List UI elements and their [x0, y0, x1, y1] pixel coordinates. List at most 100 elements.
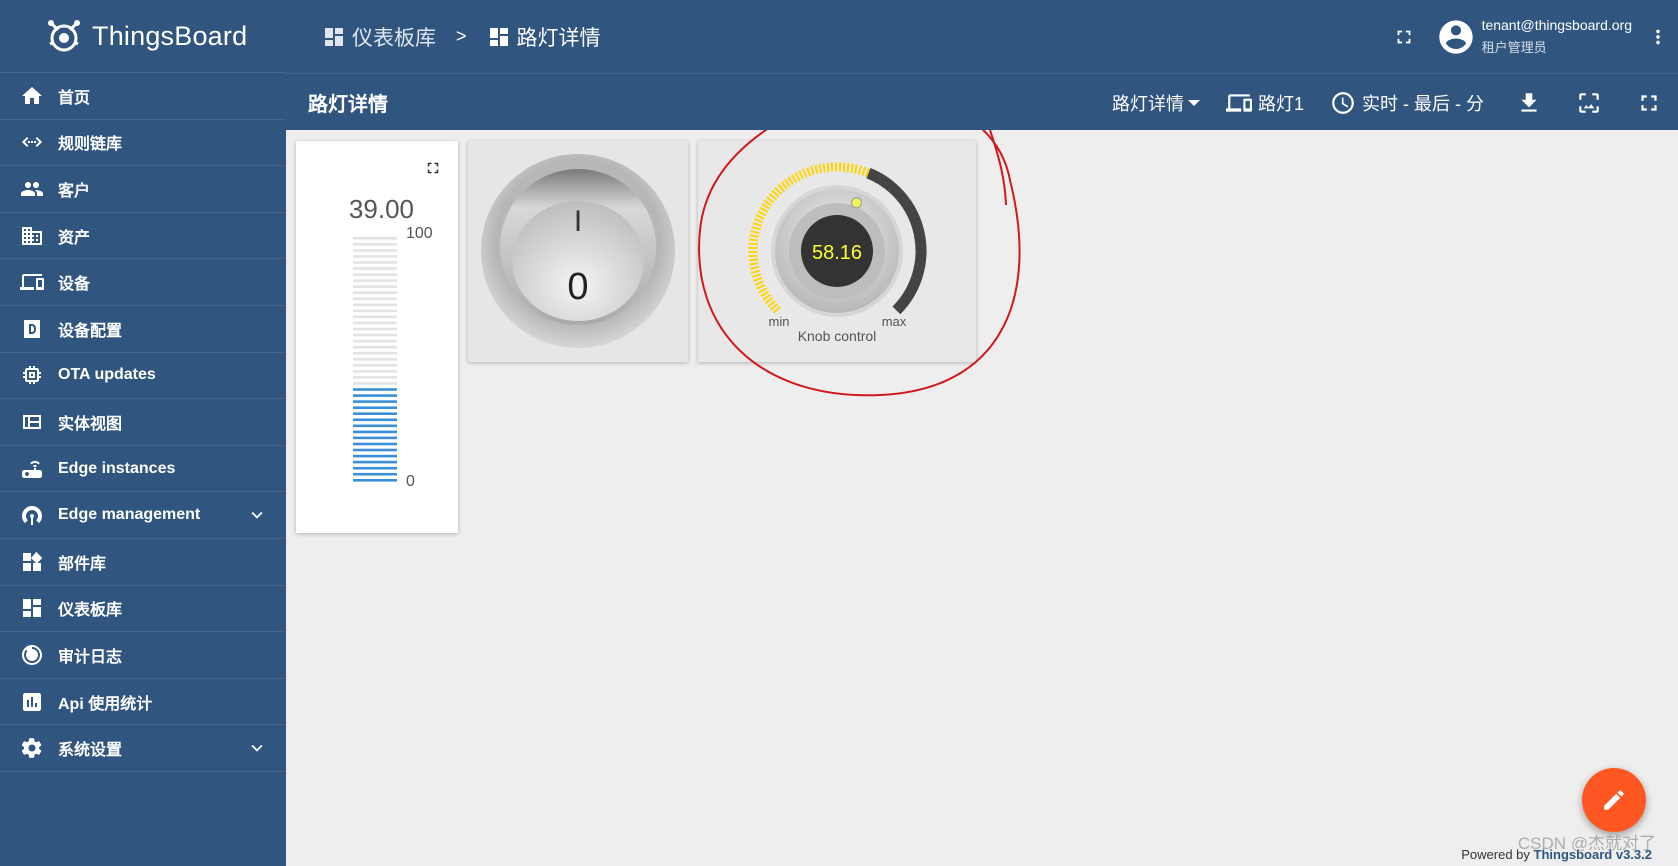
user-email: tenant@thingsboard.org [1481, 17, 1632, 33]
level-bar-segment [353, 273, 397, 276]
user-info[interactable]: tenant@thingsboard.org 租户管理员 [1482, 17, 1632, 56]
sidebar-item-devices[interactable]: 设备 [0, 259, 286, 306]
state-selector[interactable]: 路灯详情 [1112, 90, 1200, 116]
breadcrumb-separator: > [456, 26, 467, 46]
sidebar-item-system-settings[interactable]: 系统设置 [0, 725, 286, 772]
assets-icon [20, 224, 44, 248]
dashboard-fullscreen-button[interactable] [1634, 88, 1664, 118]
level-bar-segment [353, 327, 397, 331]
avatar[interactable] [1436, 17, 1476, 57]
switch-on-label: I [574, 205, 582, 238]
level-bar-segment [353, 442, 397, 446]
edit-icon [1604, 790, 1624, 810]
devices-icon [1225, 93, 1252, 112]
level-bar-segment [353, 237, 397, 240]
ota-icon [20, 363, 44, 387]
level-bar-segment [353, 400, 397, 403]
level-bar-segment [353, 370, 397, 373]
entity-selector[interactable]: 路灯1 [1225, 90, 1304, 116]
level-bar-gauge [353, 237, 397, 482]
sidebar-item-device-profiles[interactable]: 设备配置 [0, 306, 286, 353]
level-bar-segment [353, 249, 397, 252]
level-bar-segment [353, 376, 397, 379]
sidebar-item-edge-instances[interactable]: Edge instances [0, 446, 286, 493]
level-bar-segment [353, 309, 397, 313]
knob-min-label: min [769, 314, 790, 329]
level-bar-segment [353, 364, 397, 367]
brand-name: ThingsBoard [92, 20, 248, 51]
sidebar-item-api-usage[interactable]: Api 使用统计 [0, 679, 286, 726]
fullscreen-button[interactable] [1384, 17, 1424, 57]
dashboard-content: 39.00 100 0 I 0 58.16 min max Knob contr… [286, 130, 1678, 866]
level-bar-segment [353, 345, 397, 349]
sidebar-item-rule-chains[interactable]: 规则链库 [0, 120, 286, 167]
level-value: 39.00 [348, 194, 414, 224]
round-switch-widget: I 0 [468, 141, 688, 362]
image-export-button[interactable] [1574, 88, 1604, 118]
entity-label: 路灯1 [1257, 93, 1304, 114]
more-menu-button[interactable] [1638, 17, 1678, 57]
sidebar-item-label: 系统设置 [58, 742, 123, 760]
level-bar-segment [353, 279, 397, 282]
dropdown-caret-icon [1187, 99, 1200, 106]
sidebar-item-audit-logs[interactable]: 审计日志 [0, 632, 286, 679]
knob-control-widget: 58.16 min max Knob control [698, 141, 976, 362]
level-min-label: 0 [406, 473, 415, 490]
sidebar-item-label: 客户 [58, 182, 91, 200]
logo[interactable]: ThingsBoard [0, 0, 286, 73]
sidebar-item-edge-management[interactable]: Edge management [0, 492, 286, 539]
sidebar-item-label: 资产 [58, 229, 91, 247]
edge-icon [20, 457, 44, 481]
level-bar-segment [353, 466, 397, 470]
sidebar-item-label: Api 使用统计 [58, 695, 153, 713]
knob-title: Knob control [798, 328, 877, 344]
round-switch[interactable]: I 0 [468, 141, 688, 362]
rule-chain-icon [20, 130, 44, 154]
widgets-icon [20, 550, 44, 574]
level-bar-segment [353, 321, 397, 325]
home-icon [20, 84, 44, 108]
sidebar-item-assets[interactable]: 资产 [0, 213, 286, 260]
top-right-controls: tenant@thingsboard.org 租户管理员 [1384, 0, 1678, 73]
level-widget: 39.00 100 0 [296, 141, 458, 533]
knob-control[interactable]: 58.16 min max Knob control [698, 141, 976, 362]
sidebar-item-label: Edge management [58, 506, 201, 524]
clock-icon [1332, 91, 1354, 114]
fullscreen-icon [427, 162, 439, 174]
dashboard-tools: 路灯详情 路灯1 实时 - 最后 - 分 [1086, 74, 1664, 131]
level-bar-segment [353, 460, 397, 464]
knob-value: 58.16 [812, 242, 862, 264]
fullscreen-icon [1641, 94, 1657, 111]
sidebar-item-widgets-library[interactable]: 部件库 [0, 539, 286, 586]
sidebar-item-entity-views[interactable]: 实体视图 [0, 399, 286, 446]
device-profile-icon [20, 317, 44, 341]
powered-by: Powered by Thingsboard v3.3.2 [1461, 847, 1652, 862]
widget-fullscreen-button[interactable] [424, 159, 442, 177]
sidebar-item-label: 部件库 [58, 555, 107, 573]
more-vert-icon [1656, 29, 1660, 44]
powered-brand-link[interactable]: Thingsboard v3.3.2 [1534, 847, 1652, 862]
dashboards-icon [489, 27, 508, 46]
dashboards-icon [20, 596, 44, 620]
level-bar-segment [353, 243, 397, 246]
sidebar-item-ota-updates[interactable]: OTA updates [0, 353, 286, 400]
sidebar-item-home[interactable]: 首页 [0, 73, 286, 120]
sidebar-item-label: 审计日志 [58, 648, 123, 666]
level-bar-segment [353, 436, 397, 440]
thingsboard-logo-icon [48, 20, 80, 52]
knob-max-label: max [882, 314, 907, 329]
sidebar-item-dashboards[interactable]: 仪表板库 [0, 586, 286, 633]
breadcrumb-dashboards[interactable]: 仪表板库 [322, 22, 436, 52]
level-bar-segment [353, 406, 397, 409]
knob-indicator-dot [851, 197, 862, 209]
sidebar-item-label: Edge instances [58, 459, 176, 477]
level-bar-segment [353, 267, 397, 270]
customers-icon [20, 177, 44, 201]
chevron-down-icon[interactable] [246, 504, 268, 526]
timewindow-button[interactable]: 实时 - 最后 - 分 [1330, 90, 1484, 116]
edit-dashboard-button[interactable] [1582, 768, 1646, 832]
chevron-down-icon[interactable] [246, 737, 268, 759]
export-button[interactable] [1514, 88, 1544, 118]
sidebar-item-customers[interactable]: 客户 [0, 166, 286, 213]
level-bar-segment [353, 382, 397, 385]
